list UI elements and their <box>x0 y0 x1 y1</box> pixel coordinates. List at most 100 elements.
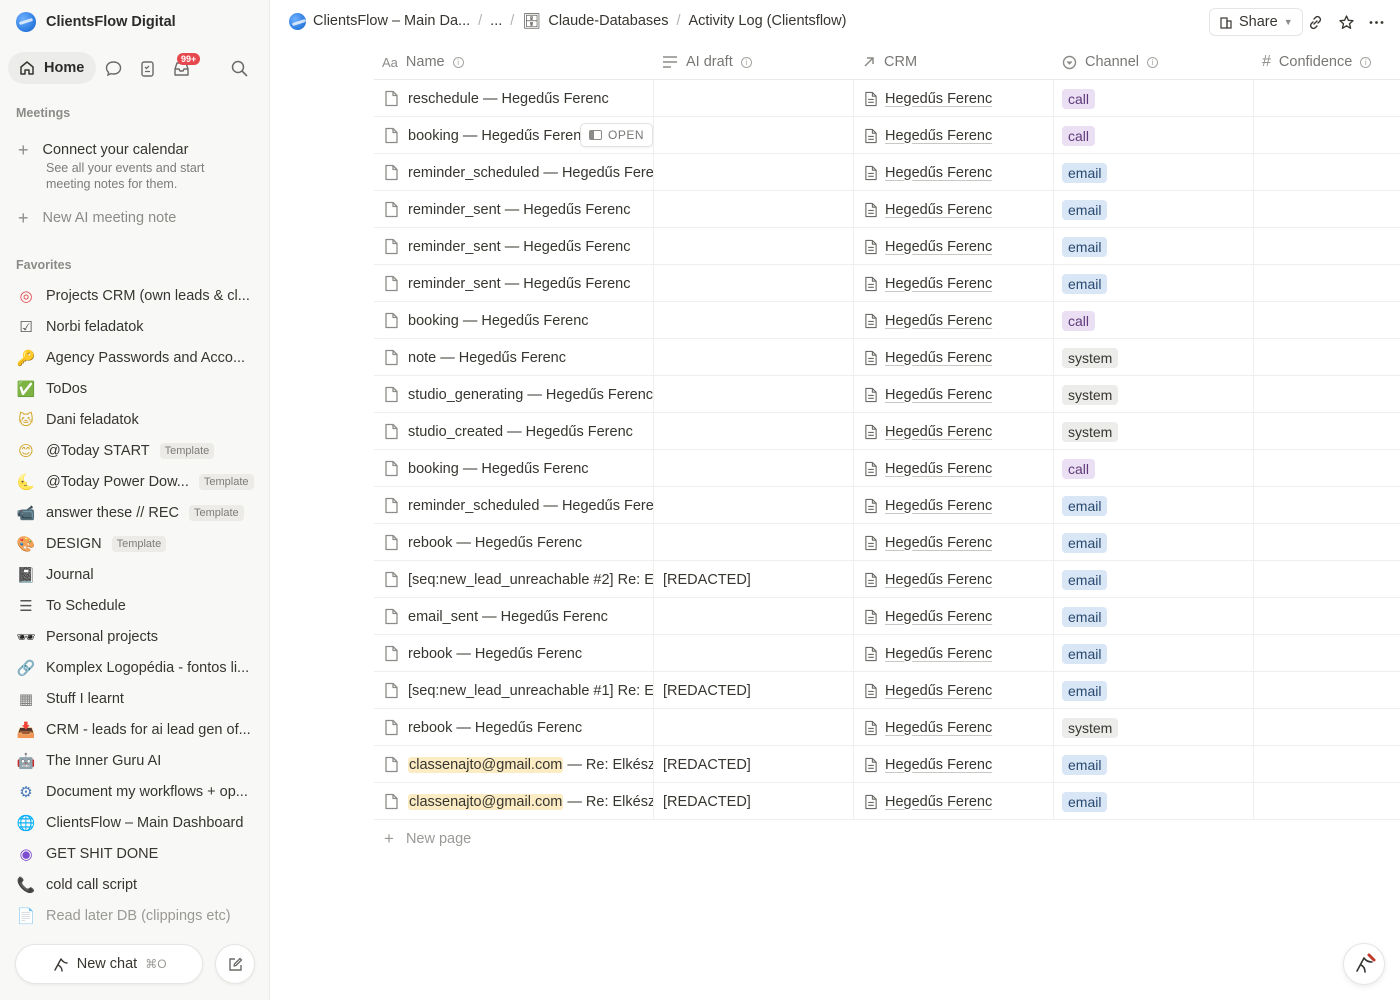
column-header-name[interactable]: Aa Name i <box>374 44 654 80</box>
cell-ai-draft[interactable]: [REDACTED] <box>654 561 854 598</box>
cell-ai-draft[interactable] <box>654 154 854 191</box>
favorite-item[interactable]: 📞 cold call script <box>16 869 260 900</box>
cell-name[interactable]: rebook — Hegedűs Ferenc <box>374 709 654 746</box>
cell-crm[interactable]: Hegedűs Ferenc <box>854 487 1054 524</box>
cell-ai-draft[interactable] <box>654 117 854 154</box>
favorite-item[interactable]: 📹 answer these // REC Template <box>16 497 260 528</box>
cell-ai-draft[interactable] <box>654 376 854 413</box>
cell-ai-draft[interactable] <box>654 191 854 228</box>
open-row-button[interactable]: OPEN <box>580 123 653 147</box>
crm-link[interactable]: Hegedűs Ferenc <box>885 683 992 699</box>
table-row[interactable]: booking — Hegedűs Ferenc Hegedűs Ferenc ca… <box>374 302 1400 339</box>
crm-link[interactable]: Hegedűs Ferenc <box>885 165 992 181</box>
cell-confidence[interactable] <box>1254 339 1400 376</box>
table-row[interactable]: classenajto@gmail.com — Re: Elkészült[RE… <box>374 783 1400 820</box>
crm-link[interactable]: Hegedűs Ferenc <box>885 757 992 773</box>
favorite-item[interactable]: 🤖 The Inner Guru AI <box>16 745 260 776</box>
crm-link[interactable]: Hegedűs Ferenc <box>885 646 992 662</box>
cell-crm[interactable]: Hegedűs Ferenc <box>854 746 1054 783</box>
favorite-button[interactable] <box>1332 8 1360 36</box>
cell-crm[interactable]: Hegedűs Ferenc <box>854 228 1054 265</box>
cell-name[interactable]: note — Hegedűs Ferenc <box>374 339 654 376</box>
table-row[interactable]: note — Hegedűs Ferenc Hegedűs Ferenc syste… <box>374 339 1400 376</box>
table-row[interactable]: [seq:new_lead_unreachable #1] Re: Elkész… <box>374 672 1400 709</box>
cell-ai-draft[interactable] <box>654 598 854 635</box>
cell-crm[interactable]: Hegedűs Ferenc <box>854 709 1054 746</box>
cell-channel[interactable]: email <box>1054 672 1254 709</box>
cell-channel[interactable]: email <box>1054 746 1254 783</box>
cell-crm[interactable]: Hegedűs Ferenc <box>854 524 1054 561</box>
cell-crm[interactable]: Hegedűs Ferenc <box>854 339 1054 376</box>
cell-name[interactable]: reminder_sent — Hegedűs Ferenc <box>374 191 654 228</box>
cell-channel[interactable]: email <box>1054 561 1254 598</box>
table-row[interactable]: reminder_scheduled — Hegedűs Ferenc Heged… <box>374 154 1400 191</box>
cell-channel[interactable]: call <box>1054 302 1254 339</box>
cell-name[interactable]: reschedule — Hegedűs Ferenc <box>374 80 654 117</box>
cell-name[interactable]: studio_generating — Hegedűs Ferenc <box>374 376 654 413</box>
cell-ai-draft[interactable] <box>654 265 854 302</box>
cell-crm[interactable]: Hegedűs Ferenc <box>854 80 1054 117</box>
cell-confidence[interactable] <box>1254 746 1400 783</box>
table-row[interactable]: studio_generating — Hegedűs Ferenc Hegedű… <box>374 376 1400 413</box>
cell-channel[interactable]: email <box>1054 524 1254 561</box>
cell-name[interactable]: email_sent — Hegedűs Ferenc <box>374 598 654 635</box>
cell-ai-draft[interactable] <box>654 228 854 265</box>
new-ai-meeting-note[interactable]: + New AI meeting note <box>18 209 176 227</box>
cell-ai-draft[interactable] <box>654 413 854 450</box>
cell-name[interactable]: classenajto@gmail.com — Re: Elkészült <box>374 783 654 820</box>
crm-link[interactable]: Hegedűs Ferenc <box>885 202 992 218</box>
crm-link[interactable]: Hegedűs Ferenc <box>885 350 992 366</box>
favorite-item[interactable]: 😊 @Today START Template <box>16 435 260 466</box>
share-button[interactable]: Share ▼ <box>1209 8 1303 36</box>
cell-confidence[interactable] <box>1254 228 1400 265</box>
cell-crm[interactable]: Hegedűs Ferenc <box>854 376 1054 413</box>
column-header-crm[interactable]: CRM <box>854 44 1054 80</box>
favorite-item[interactable]: ⚙ Document my workflows + op... <box>16 776 260 807</box>
favorite-item[interactable]: ▦ Stuff I learnt <box>16 683 260 714</box>
copy-link-button[interactable] <box>1301 8 1329 36</box>
favorite-item[interactable]: 🔑 Agency Passwords and Acco... <box>16 342 260 373</box>
crm-link[interactable]: Hegedűs Ferenc <box>885 239 992 255</box>
table-row[interactable]: rebook — Hegedűs Ferenc Hegedűs Ferenc sys… <box>374 709 1400 746</box>
breadcrumb-claude-databases[interactable]: 🗄 Claude-Databases <box>522 12 668 30</box>
cell-crm[interactable]: Hegedűs Ferenc <box>854 265 1054 302</box>
cell-confidence[interactable] <box>1254 154 1400 191</box>
breadcrumb-dashboard[interactable]: ClientsFlow – Main Da... <box>289 12 470 30</box>
column-header-channel[interactable]: Channel i <box>1054 44 1254 80</box>
favorite-item[interactable]: 🐱 Dani feladatok <box>16 404 260 435</box>
cell-ai-draft[interactable] <box>654 80 854 117</box>
inbox-button[interactable]: 99+ <box>164 52 201 84</box>
chat-bubble-button[interactable] <box>96 52 130 84</box>
table-row[interactable]: rebook — Hegedűs Ferenc Hegedűs Ferenc ema… <box>374 524 1400 561</box>
cell-confidence[interactable] <box>1254 598 1400 635</box>
cell-channel[interactable]: call <box>1054 450 1254 487</box>
cell-channel[interactable]: system <box>1054 709 1254 746</box>
cell-name[interactable]: booking — Hegedűs Ferenc <box>374 450 654 487</box>
cell-confidence[interactable] <box>1254 450 1400 487</box>
cell-crm[interactable]: Hegedűs Ferenc <box>854 783 1054 820</box>
favorite-item[interactable]: ◉ GET SHIT DONE <box>16 838 260 869</box>
cell-name[interactable]: reminder_scheduled — Hegedűs Ferenc <box>374 487 654 524</box>
crm-link[interactable]: Hegedűs Ferenc <box>885 498 992 514</box>
crm-link[interactable]: Hegedűs Ferenc <box>885 276 992 292</box>
table-row[interactable]: reminder_sent — Hegedűs Ferenc Hegedűs Fe… <box>374 265 1400 302</box>
cell-crm[interactable]: Hegedűs Ferenc <box>854 561 1054 598</box>
cell-name[interactable]: reminder_sent — Hegedűs Ferenc <box>374 265 654 302</box>
cell-name[interactable]: studio_created — Hegedűs Ferenc <box>374 413 654 450</box>
table-row[interactable]: studio_created — Hegedűs Ferenc Hegedűs F… <box>374 413 1400 450</box>
cell-crm[interactable]: Hegedűs Ferenc <box>854 635 1054 672</box>
table-row[interactable]: classenajto@gmail.com — Re: Elkészült[RE… <box>374 746 1400 783</box>
search-button[interactable] <box>222 52 256 84</box>
cell-confidence[interactable] <box>1254 191 1400 228</box>
table-row[interactable]: booking — Hegedűs Ferenc Hegedűs Ferenc ca… <box>374 450 1400 487</box>
cell-crm[interactable]: Hegedűs Ferenc <box>854 413 1054 450</box>
table-row[interactable]: reminder_sent — Hegedűs Ferenc Hegedűs Fe… <box>374 191 1400 228</box>
cell-crm[interactable]: Hegedűs Ferenc <box>854 450 1054 487</box>
cell-name[interactable]: booking — Hegedűs Ferenc OPEN <box>374 117 654 154</box>
cell-confidence[interactable] <box>1254 635 1400 672</box>
cell-name[interactable]: [seq:new_lead_unreachable #2] Re: Elkész… <box>374 561 654 598</box>
new-chat-button[interactable]: New chat ⌘O <box>15 944 204 984</box>
cell-confidence[interactable] <box>1254 265 1400 302</box>
cell-ai-draft[interactable] <box>654 487 854 524</box>
favorite-item[interactable]: 🔗 Komplex Logopédia - fontos li... <box>16 652 260 683</box>
